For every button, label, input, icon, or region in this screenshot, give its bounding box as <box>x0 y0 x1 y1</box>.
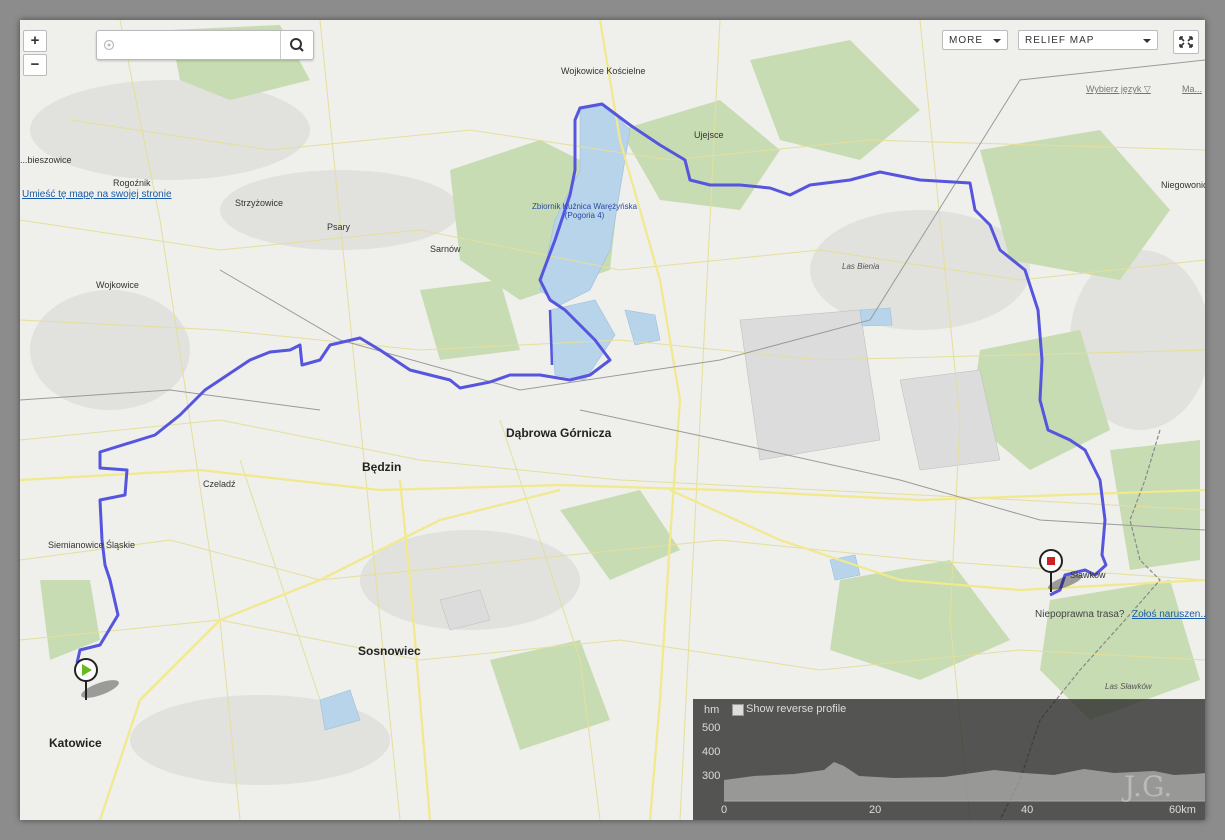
city-label-katowice: Katowice <box>49 736 102 750</box>
city-label-dabrowa: Dąbrowa Górnicza <box>506 426 612 440</box>
profile-unit: hm <box>704 704 720 716</box>
embed-map-link[interactable]: Umieść tę mapę na swojej stronie <box>22 189 172 200</box>
city-label-bedzin: Będzin <box>362 460 402 474</box>
place-label: Wojkowice <box>96 280 139 290</box>
search-button[interactable] <box>280 31 313 59</box>
chevron-down-icon <box>1143 39 1151 43</box>
profile-x-tick: 60km <box>1169 804 1196 816</box>
place-label: Strzyżowice <box>235 198 284 208</box>
place-label: Sławków <box>1070 570 1106 580</box>
lake-label: Zbiornik Kuźnica Warężyńska (Pogoria 4) <box>532 202 638 220</box>
place-label: Sarnów <box>430 244 461 254</box>
language-link[interactable]: Wybierz język ▽ <box>1086 84 1151 95</box>
profile-x-tick: 20 <box>869 804 882 816</box>
profile-y-tick: 500 <box>702 722 721 734</box>
search-icon <box>290 38 304 52</box>
place-label: Siemianowice Śląskie <box>48 540 136 550</box>
zoom-in-button[interactable]: + <box>23 30 47 52</box>
search-box <box>96 30 314 60</box>
profile-x-tick: 40 <box>1021 804 1034 816</box>
map-frame: Wojkowice Kościelne Ujejsce Zbiornik Kuź… <box>20 20 1205 820</box>
place-label: Wojkowice Kościelne <box>561 66 646 76</box>
fullscreen-button[interactable] <box>1173 30 1199 54</box>
search-input[interactable] <box>119 35 273 55</box>
forest-label: Las Bienia <box>842 262 880 271</box>
map-link[interactable]: Ma... <box>1182 84 1202 94</box>
profile-x-tick: 0 <box>721 804 728 816</box>
reverse-profile-checkbox[interactable] <box>732 704 744 716</box>
chevron-down-icon <box>993 39 1001 43</box>
elevation-profile-panel: hm Show reverse profile 500 400 300 0 20… <box>693 699 1205 820</box>
place-label: Psary <box>327 222 351 232</box>
place-label: Ujejsce <box>694 130 724 140</box>
zoom-out-button[interactable]: − <box>23 54 47 76</box>
place-label: Czeladź <box>203 479 236 489</box>
report-text: Niepoprawna trasa? <box>1035 609 1125 620</box>
profile-y-tick: 300 <box>702 770 721 782</box>
reverse-profile-label: Show reverse profile <box>746 703 847 715</box>
relief-map-dropdown[interactable]: RELIEF MAP <box>1018 30 1158 50</box>
fullscreen-icon <box>1179 36 1193 48</box>
place-label: Rogoźnik <box>113 178 151 188</box>
profile-y-tick: 400 <box>702 746 721 758</box>
place-label: Niegowonic <box>1161 180 1205 190</box>
report-link[interactable]: Zołoś naruszen... <box>1132 609 1205 620</box>
forest-label: Las Sławków <box>1105 682 1152 691</box>
watermark: J.G. <box>1124 770 1173 803</box>
more-dropdown[interactable]: MORE <box>942 30 1008 50</box>
place-label: ...bieszowice <box>20 155 72 165</box>
city-label-sosnowiec: Sosnowiec <box>358 644 421 658</box>
locate-icon[interactable] <box>103 39 115 51</box>
